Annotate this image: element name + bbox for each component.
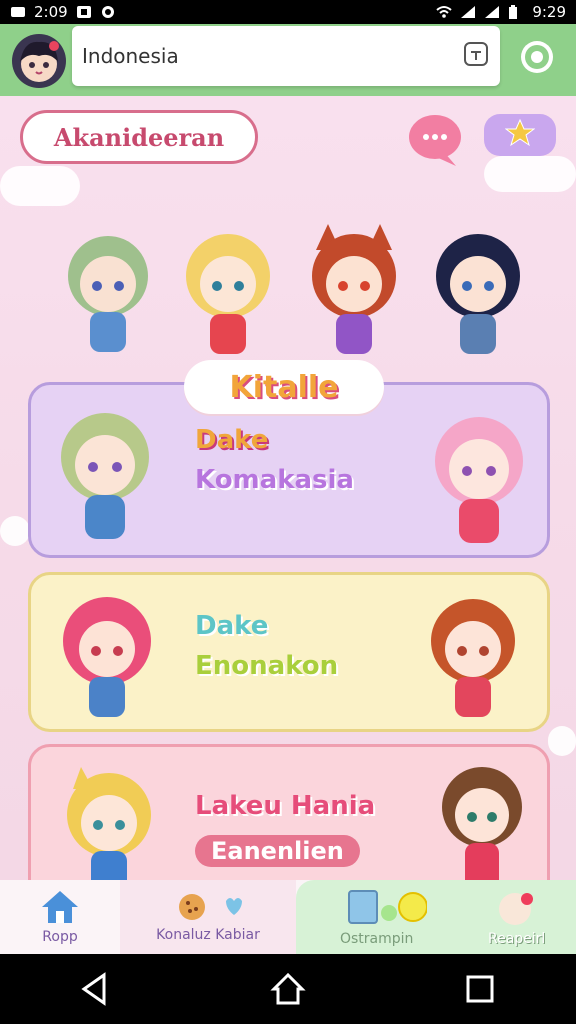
system-navigation-bar bbox=[0, 954, 576, 1024]
character-avatar bbox=[419, 407, 539, 547]
cloud-decor bbox=[484, 156, 576, 192]
app-notification-icon bbox=[76, 5, 92, 19]
cookie-icon bbox=[168, 891, 248, 927]
card-subtitle: Komakasia bbox=[195, 465, 354, 495]
cloud-decor bbox=[548, 726, 576, 756]
character-avatar[interactable] bbox=[172, 226, 284, 358]
character-avatar[interactable] bbox=[52, 228, 164, 358]
star-icon bbox=[504, 118, 536, 152]
app-bar: Indonesia bbox=[0, 24, 576, 96]
nav-explore[interactable]: Ostrampin bbox=[327, 887, 428, 947]
card-title: Dake bbox=[195, 425, 269, 455]
chat-bubble-icon[interactable] bbox=[406, 110, 464, 168]
notification-icon bbox=[10, 5, 26, 19]
character-avatar bbox=[427, 757, 537, 880]
nav-explore-label: Ostrampin bbox=[339, 931, 414, 947]
signal-icon-2 bbox=[484, 5, 500, 19]
search-input[interactable]: Indonesia bbox=[82, 44, 179, 68]
nav-green-section: Ostrampin Reapeirl bbox=[296, 880, 576, 954]
character-avatar bbox=[51, 761, 167, 880]
nav-middle-label: Konaluz Kabiar bbox=[156, 927, 260, 943]
character-card[interactable]: Lakeu Hania Eanenlien bbox=[28, 744, 550, 880]
home-icon bbox=[40, 889, 80, 929]
back-icon[interactable] bbox=[76, 969, 116, 1009]
recent-apps-icon[interactable] bbox=[460, 969, 500, 1009]
main-content: Akanideeran Dake Komakasia Kitalle Dake … bbox=[0, 96, 576, 880]
home-circle-icon[interactable] bbox=[268, 969, 308, 1009]
favorites-button[interactable] bbox=[484, 114, 556, 156]
status-bar: 2:09 9:29 bbox=[0, 0, 576, 24]
wifi-icon bbox=[436, 5, 452, 19]
card-pill[interactable]: Eanenlien bbox=[195, 835, 360, 867]
status-time-right: 9:29 bbox=[532, 3, 566, 21]
section-title: Kitalle bbox=[184, 360, 384, 414]
card-title: Lakeu Hania bbox=[195, 791, 376, 821]
nav-middle[interactable]: Konaluz Kabiar bbox=[120, 880, 296, 954]
translate-icon[interactable] bbox=[462, 40, 490, 72]
banner-label: Akanideeran bbox=[20, 110, 258, 164]
gear-icon bbox=[514, 41, 560, 84]
nav-home[interactable]: Ropp bbox=[0, 880, 120, 954]
sync-icon bbox=[100, 5, 116, 19]
character-avatar bbox=[413, 589, 533, 719]
signal-icon bbox=[460, 5, 476, 19]
avatar[interactable] bbox=[12, 34, 66, 88]
character-card[interactable]: Dake Enonakon bbox=[28, 572, 550, 732]
settings-button[interactable] bbox=[514, 34, 560, 80]
character-avatar[interactable] bbox=[296, 220, 412, 358]
nav-profile[interactable]: Reapeirl bbox=[488, 887, 545, 947]
card-title: Dake bbox=[195, 611, 269, 641]
cloud-decor bbox=[0, 166, 80, 206]
card-subtitle: Enonakon bbox=[195, 651, 339, 681]
character-avatar bbox=[47, 589, 167, 719]
search-field[interactable]: Indonesia bbox=[72, 26, 500, 86]
notebook-icon bbox=[327, 887, 428, 931]
status-time-left: 2:09 bbox=[34, 3, 68, 21]
nav-profile-label: Reapeirl bbox=[487, 931, 546, 947]
character-avatar[interactable] bbox=[420, 224, 536, 358]
nav-home-label: Ropp bbox=[42, 929, 78, 945]
battery-icon bbox=[508, 5, 524, 19]
profile-icon bbox=[493, 887, 541, 931]
bottom-navigation: Ropp Konaluz Kabiar Ostrampin Reapeirl bbox=[0, 880, 576, 954]
character-avatar bbox=[41, 403, 169, 543]
cloud-decor bbox=[0, 516, 30, 546]
